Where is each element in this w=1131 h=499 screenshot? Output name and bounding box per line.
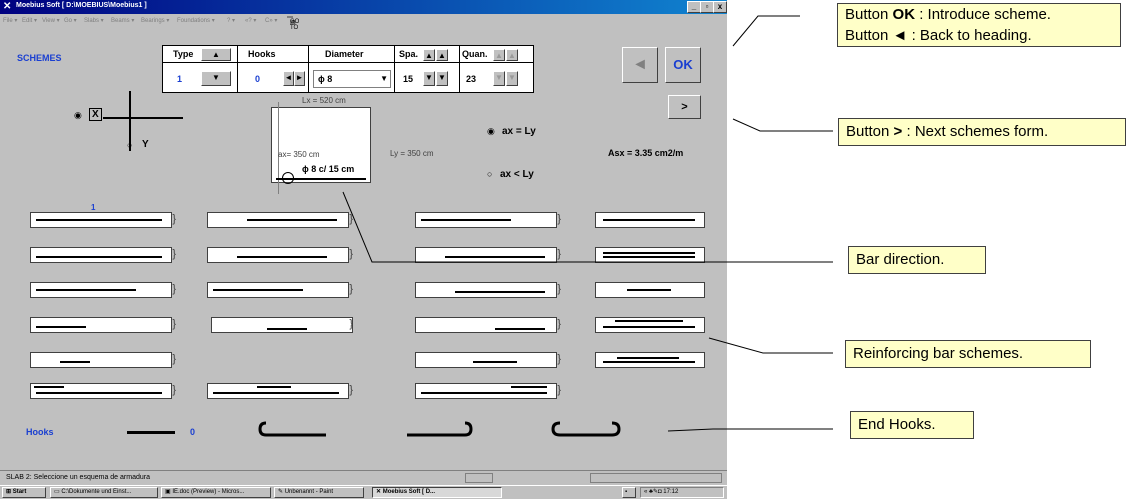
callout-text: : Introduce scheme. (915, 6, 1051, 23)
callout-text: Button (846, 123, 894, 140)
callout-text: : Back to heading. (907, 27, 1032, 44)
hooks-callout: End Hooks. (850, 411, 974, 439)
callout-key: OK (892, 6, 916, 23)
next-callout: Button > : Next schemes form. (838, 118, 1126, 146)
callout-key: ◄ (892, 27, 908, 44)
ok-back-callout: Button OK : Introduce scheme. Button ◄ :… (837, 3, 1121, 47)
callout-key: > (893, 123, 903, 140)
bar-direction-callout: Bar direction. (848, 246, 986, 274)
schemes-callout: Reinforcing bar schemes. (845, 340, 1091, 368)
callout-text: Button (845, 6, 893, 23)
callout-text: Button (845, 27, 893, 44)
callout-text: : Next schemes form. (902, 123, 1049, 140)
